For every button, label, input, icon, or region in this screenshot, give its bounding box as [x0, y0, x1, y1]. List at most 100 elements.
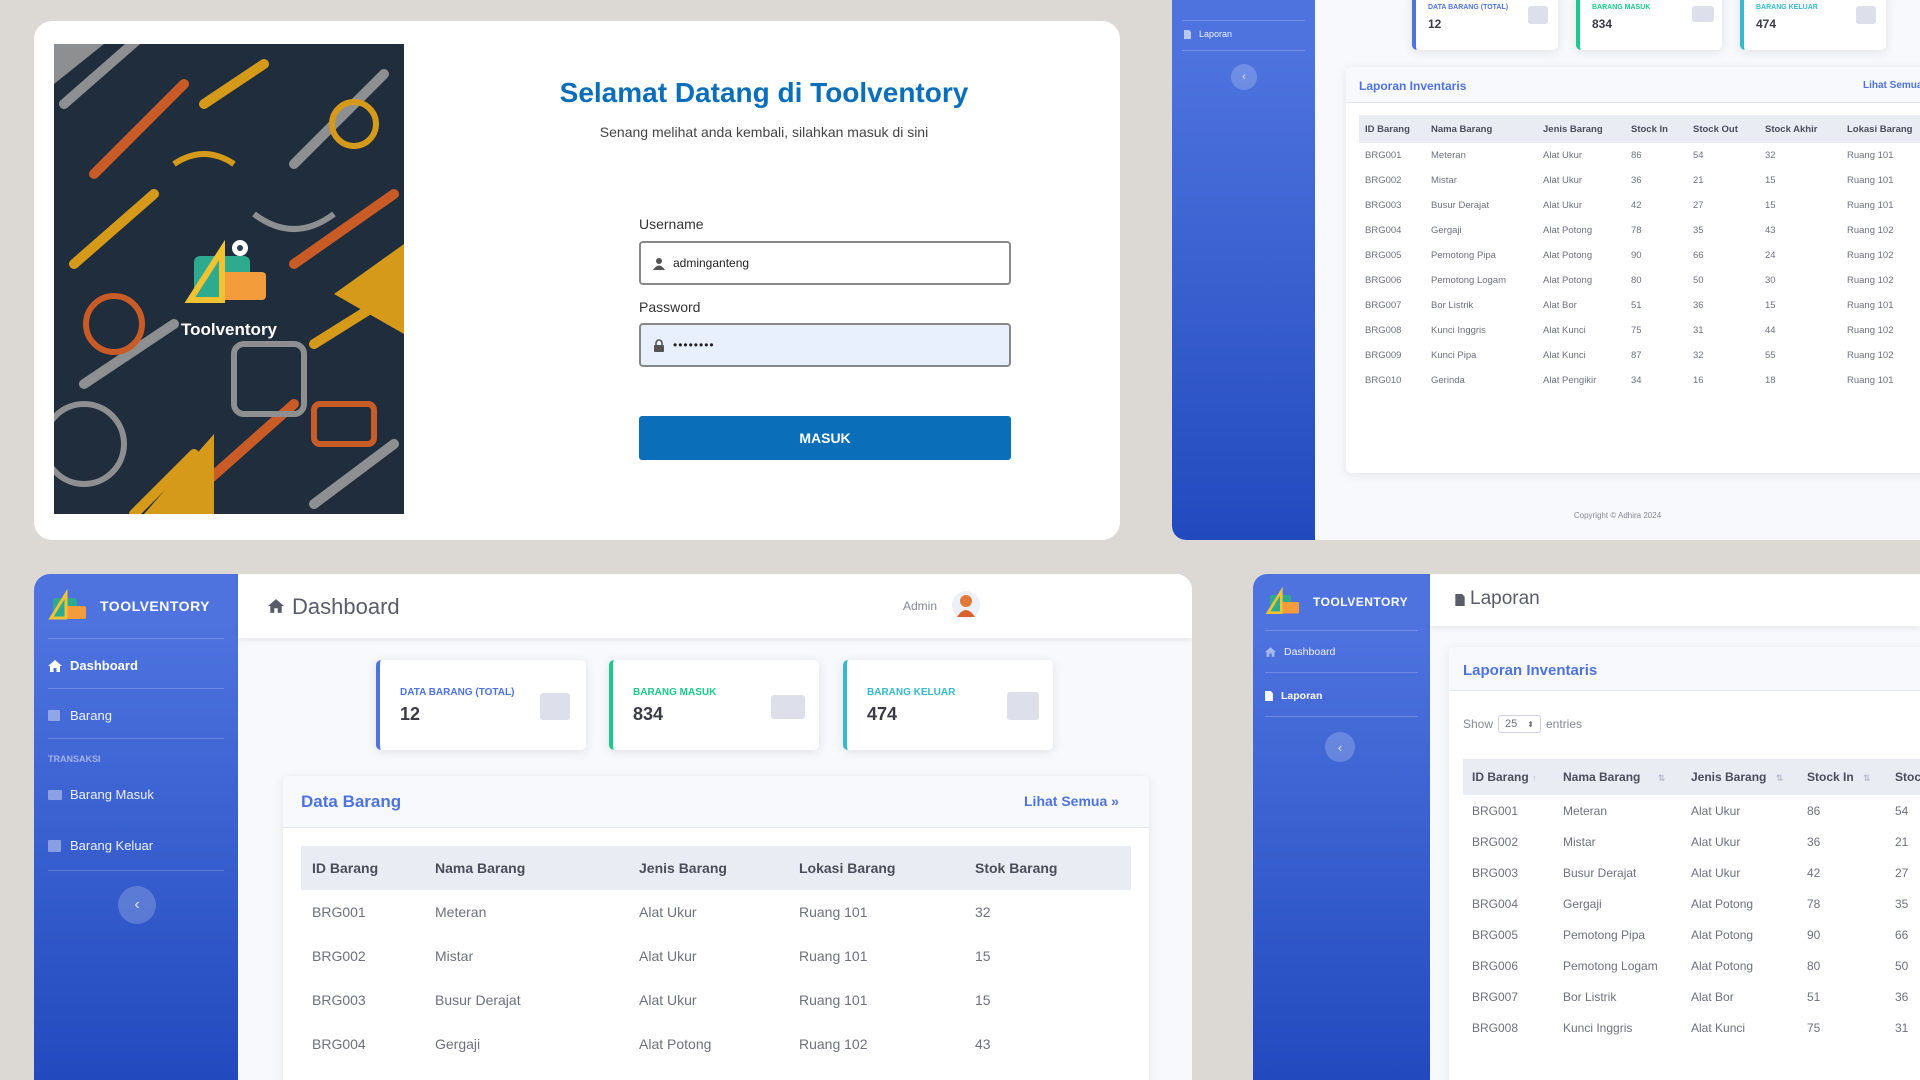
- sidebar-brand[interactable]: TOOLVENTORY: [48, 588, 210, 624]
- entries-select[interactable]: 25 ⬍: [1498, 715, 1541, 733]
- table-cell: 44: [1765, 325, 1776, 336]
- table-cell: Bor Listrik: [1431, 300, 1474, 311]
- see-all-link[interactable]: Lihat Semua »: [1024, 793, 1119, 809]
- sort-icon: ↑: [1532, 773, 1537, 783]
- sidebar-brand[interactable]: TOOLVENTORY: [1265, 586, 1408, 618]
- table-cell: Alat Ukur: [1543, 150, 1583, 161]
- table-cell: BRG006: [1472, 958, 1519, 973]
- table-cell: Pemotong Logam: [1431, 275, 1506, 286]
- table-cell: Ruang 101: [1847, 300, 1894, 311]
- col-jenis[interactable]: Jenis Barang: [1543, 115, 1631, 143]
- see-all-link[interactable]: Lihat Semua: [1863, 80, 1920, 91]
- password-field[interactable]: ••••••••: [639, 323, 1011, 367]
- col-stock-out[interactable]: Stoc: [1895, 759, 1920, 795]
- sidebar-item-laporan[interactable]: Laporan: [1265, 690, 1322, 702]
- table-cell: Ruang 101: [1847, 200, 1894, 211]
- table-cell: 66: [1895, 927, 1909, 942]
- table-cell: Ruang 101: [1847, 375, 1894, 386]
- col-nama[interactable]: Nama Barang: [1431, 115, 1543, 143]
- table-row: BRG007 Bor Listrik Alat Bor 51 36: [1463, 981, 1920, 1012]
- table-row: BRG002 Mistar Alat Ukur Ruang 101 15: [301, 934, 1131, 978]
- sidebar-item-dashboard[interactable]: Dashboard: [48, 658, 138, 673]
- col-lokasi[interactable]: Lokasi Barang: [799, 846, 975, 890]
- sidebar-item-barang-masuk[interactable]: Barang Masuk: [48, 787, 154, 802]
- table-cell: Alat Ukur: [639, 904, 697, 920]
- table-row: BRG002 Mistar Alat Ukur 36 21 15 Ruang 101: [1359, 168, 1920, 193]
- topbar: Dashboard Admin: [238, 574, 1192, 638]
- laporan-table: ID Barang ↑ Nama Barang ⇅ Jenis Barang ⇅…: [1463, 759, 1920, 1043]
- table-cell: 32: [975, 904, 991, 920]
- sidebar-item-dashboard[interactable]: Dashboard: [1265, 646, 1335, 658]
- login-button[interactable]: MASUK: [639, 416, 1011, 460]
- table-cell: Meteran: [1431, 150, 1466, 161]
- col-id[interactable]: ID Barang ↑: [1463, 759, 1563, 795]
- table-cell: 90: [1807, 927, 1821, 942]
- sidebar-item-label: Barang: [70, 708, 112, 723]
- username-label: Username: [639, 216, 704, 232]
- user-name[interactable]: Admin: [903, 599, 937, 613]
- table-cell: BRG007: [1472, 989, 1519, 1004]
- col-id[interactable]: ID Barang: [1359, 115, 1431, 143]
- table-cell: 80: [1807, 958, 1821, 973]
- col-stock-out[interactable]: Stock Out: [1693, 115, 1765, 143]
- table-cell: BRG008: [1365, 325, 1402, 336]
- table-cell: Meteran: [435, 904, 487, 920]
- table-cell: Alat Bor: [1543, 300, 1577, 311]
- col-lokasi[interactable]: Lokasi Barang: [1847, 115, 1920, 143]
- table-row: BRG005 Pemotong Pipa Alat Potong 90 66 24 Ruan…: [1359, 243, 1920, 268]
- col-id[interactable]: ID Barang: [301, 846, 435, 890]
- col-jenis[interactable]: Jenis Barang ⇅: [1691, 759, 1807, 795]
- sidebar-item-barang-keluar[interactable]: Barang Keluar: [48, 838, 153, 853]
- card-header: Laporan Inventaris: [1449, 647, 1920, 691]
- table-cell: 15: [1765, 175, 1776, 186]
- card-header: Data Barang Lihat Semua »: [283, 776, 1149, 828]
- table-row: BRG001 Meteran Alat Ukur 86 54 32 Ruang 101: [1359, 143, 1920, 168]
- sidebar-toggle-button[interactable]: ‹: [118, 886, 156, 924]
- table-row: BRG008 Kunci Inggris Alat Kunci 75 31: [1463, 1012, 1920, 1043]
- col-nama[interactable]: Nama Barang: [435, 846, 639, 890]
- table-row: BRG004 Gergaji Alat Potong 78 35 43 Ruang 102: [1359, 218, 1920, 243]
- table-cell: 15: [1765, 200, 1776, 211]
- table-cell: 50: [1895, 958, 1909, 973]
- table-cell: BRG004: [1472, 896, 1519, 911]
- username-field[interactable]: adminganteng: [639, 241, 1011, 285]
- stat-card-out: BARANG KELUAR 474: [1740, 0, 1886, 50]
- table-cell: Gerinda: [1431, 375, 1465, 386]
- table-row: BRG001 Meteran Alat Ukur Ruang 101 32: [301, 890, 1131, 934]
- sidebar: Laporan ‹: [1172, 0, 1315, 540]
- col-nama[interactable]: Nama Barang ⇅: [1563, 759, 1691, 795]
- table-row: BRG003 Busur Derajat Alat Ukur 42 27 15 Ruang …: [1359, 193, 1920, 218]
- home-icon: [48, 659, 62, 672]
- report-table: ID Barang Nama Barang Jenis Barang Stock…: [1359, 115, 1920, 393]
- table-cell: 15: [1765, 300, 1776, 311]
- sidebar-item-laporan[interactable]: Laporan: [1184, 29, 1232, 39]
- table-cell: 32: [1765, 150, 1776, 161]
- table-cell: Alat Ukur: [1691, 834, 1741, 849]
- table-header-row: ID Barang Nama Barang Jenis Barang Stock…: [1359, 115, 1920, 143]
- table-row: BRG003 Busur Derajat Alat Ukur Ruang 101 15: [301, 978, 1131, 1022]
- col-stok[interactable]: Stok Barang: [975, 846, 1131, 890]
- col-jenis[interactable]: Jenis Barang: [639, 846, 799, 890]
- sidebar-toggle-button[interactable]: ‹: [1231, 64, 1257, 90]
- col-stock-in[interactable]: Stock In ⇅: [1807, 759, 1895, 795]
- table-cell: Ruang 101: [1847, 150, 1894, 161]
- table-cell: Ruang 102: [1847, 250, 1894, 261]
- table-cell: Alat Potong: [1543, 275, 1593, 286]
- table-row: BRG009 Kunci Pipa Alat Kunci 87 32 55 Ruang 10…: [1359, 343, 1920, 368]
- table-cell: 35: [1895, 896, 1909, 911]
- boxes-icon: [1007, 692, 1039, 720]
- table-cell: Ruang 102: [1847, 225, 1894, 236]
- col-stock-in[interactable]: Stock In: [1631, 115, 1693, 143]
- avatar[interactable]: [952, 591, 980, 619]
- sidebar-toggle-button[interactable]: ‹: [1325, 732, 1355, 762]
- select-caret-icon: ⬍: [1527, 719, 1534, 729]
- table-cell: Alat Bor: [1691, 989, 1734, 1004]
- table-row: BRG003 Busur Derajat Alat Ukur 42 27: [1463, 857, 1920, 888]
- sidebar-item-barang[interactable]: Barang: [48, 708, 112, 723]
- table-cell: 15: [975, 992, 991, 1008]
- card-title: Laporan Inventaris: [1463, 662, 1598, 679]
- col-stock-akhir[interactable]: Stock Akhir: [1765, 115, 1847, 143]
- table-row: BRG002 Mistar Alat Ukur 36 21: [1463, 826, 1920, 857]
- table-row: BRG007 Bor Listrik Alat Bor 51 36 15 Ruang 101: [1359, 293, 1920, 318]
- table-cell: 54: [1693, 150, 1704, 161]
